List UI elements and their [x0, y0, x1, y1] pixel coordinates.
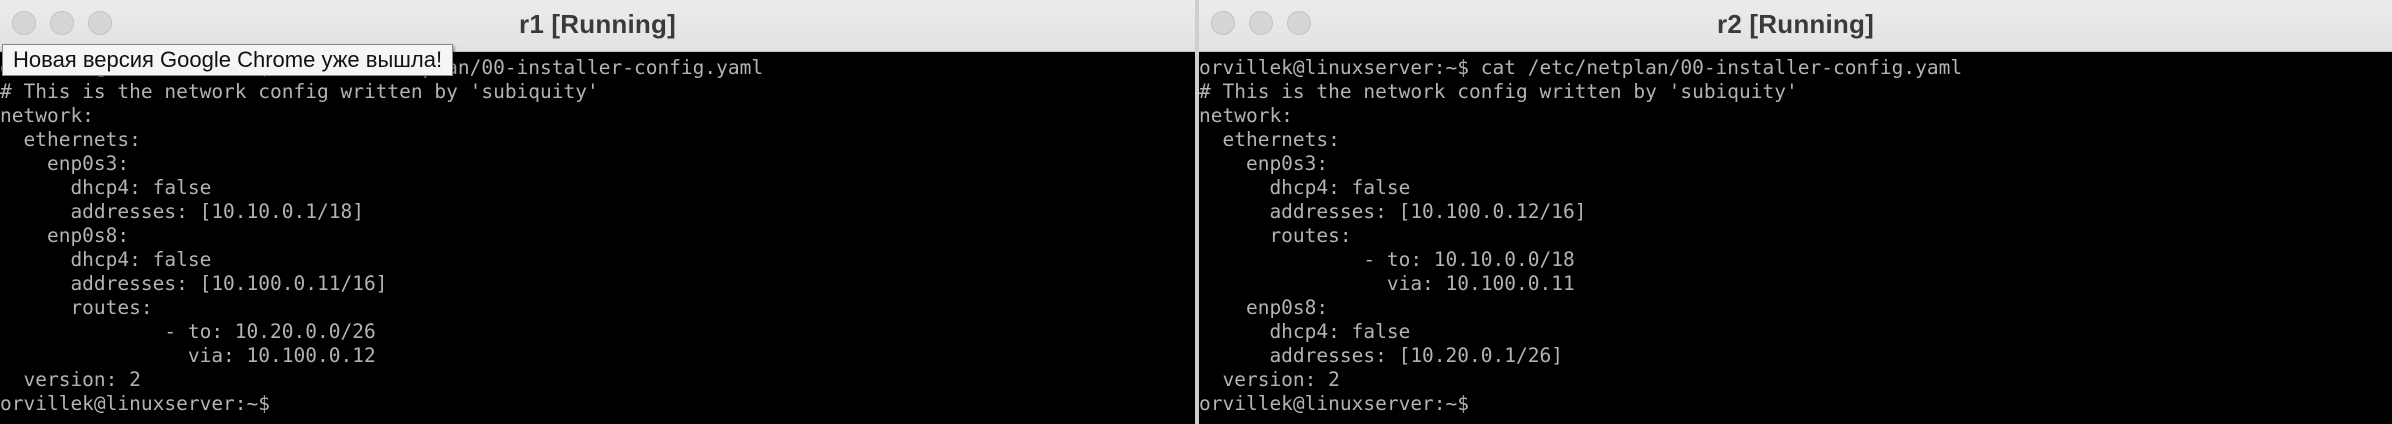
- terminal-line: addresses: [10.20.0.1/26]: [1199, 344, 1563, 367]
- terminal-line: routes:: [1199, 224, 1352, 247]
- terminal-line: enp0s8:: [0, 224, 130, 247]
- terminal-prompt[interactable]: orvillek@linuxserver:~$: [0, 392, 1195, 416]
- terminal-line: routes:: [0, 296, 153, 319]
- terminal-area[interactable]: orvillek@linuxserver:~$ cat /etc/netplan…: [0, 52, 1195, 424]
- terminal-line: dhcp4: false: [0, 176, 212, 199]
- terminal-line: # This is the network config written by …: [0, 80, 599, 103]
- terminal-line: ethernets:: [1199, 128, 1340, 151]
- window-title: r2 [Running]: [1717, 9, 1874, 39]
- terminal-line: - to: 10.10.0.0/18: [1199, 248, 1575, 271]
- terminal-line: network:: [0, 104, 94, 127]
- terminal-line: addresses: [10.10.0.1/18]: [0, 200, 364, 223]
- terminal-line: dhcp4: false: [1199, 320, 1411, 343]
- terminal-line: enp0s8:: [1199, 296, 1329, 319]
- terminal-line: addresses: [10.100.0.11/16]: [0, 272, 388, 295]
- terminal-line: via: 10.100.0.11: [1199, 272, 1575, 295]
- terminal-prompt[interactable]: orvillek@linuxserver:~$: [1199, 392, 2392, 416]
- terminal-line: addresses: [10.100.0.12/16]: [1199, 200, 1587, 223]
- desktop: r1 [Running] orvillek@linuxserver:~$ cat…: [0, 0, 2392, 424]
- chrome-update-tooltip: Новая версия Google Chrome уже вышла!: [2, 44, 454, 76]
- terminal-line: version: 2: [0, 368, 141, 391]
- terminal-line: network:: [1199, 104, 1293, 127]
- terminal-line: - to: 10.20.0.0/26: [0, 320, 376, 343]
- terminal-line: # This is the network config written by …: [1199, 80, 1798, 103]
- terminal-line: enp0s3:: [1199, 152, 1329, 175]
- terminal-line: orvillek@linuxserver:~$ cat /etc/netplan…: [1199, 56, 1963, 79]
- vm-window-r1[interactable]: r1 [Running] orvillek@linuxserver:~$ cat…: [0, 0, 1195, 424]
- terminal-line: ethernets:: [0, 128, 141, 151]
- window-titlebar[interactable]: r2 [Running]: [1199, 0, 2392, 52]
- terminal-line: version: 2: [1199, 368, 1340, 391]
- terminal-line: dhcp4: false: [0, 248, 212, 271]
- window-title: r1 [Running]: [519, 9, 676, 39]
- terminal-area[interactable]: orvillek@linuxserver:~$ cat /etc/netplan…: [1199, 52, 2392, 424]
- terminal-line: enp0s3:: [0, 152, 130, 175]
- terminal-line: via: 10.100.0.12: [0, 344, 376, 367]
- terminal-line: dhcp4: false: [1199, 176, 1411, 199]
- vm-window-r2[interactable]: r2 [Running] orvillek@linuxserver:~$ cat…: [1199, 0, 2392, 424]
